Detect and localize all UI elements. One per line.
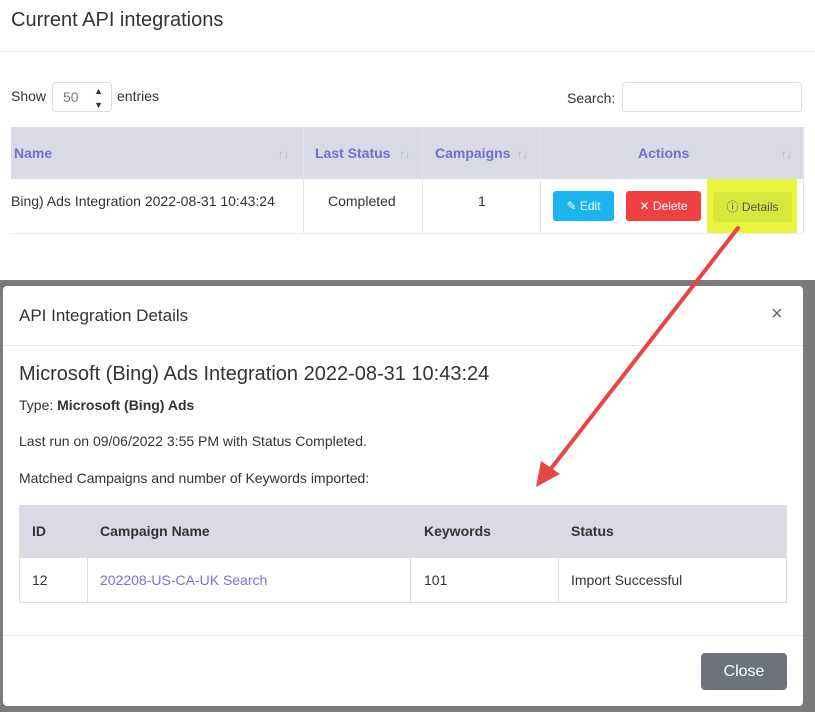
col-header-keywords: Keywords xyxy=(424,523,491,539)
campaign-keywords: 101 xyxy=(424,572,448,588)
modal-header: API Integration Details × xyxy=(3,286,803,346)
column-divider xyxy=(87,506,88,602)
matched-label: Matched Campaigns and number of Keywords… xyxy=(19,470,370,486)
row-divider xyxy=(11,233,804,234)
col-header-name[interactable]: Name xyxy=(14,127,52,179)
col-header-id: ID xyxy=(32,523,46,539)
type-value: Microsoft (Bing) Ads xyxy=(57,397,195,413)
integration-type: Type: Microsoft (Bing) Ads xyxy=(19,397,194,413)
column-divider xyxy=(410,506,411,602)
details-modal: API Integration Details × Microsoft (Bin… xyxy=(3,286,803,706)
search-label: Search: xyxy=(567,90,616,106)
entries-label: entries xyxy=(117,88,160,104)
row-campaigns: 1 xyxy=(478,193,486,209)
info-circle-icon: ⓘ xyxy=(726,200,739,214)
modal-title: API Integration Details xyxy=(19,306,189,325)
entries-select[interactable]: 50 ▲ ▼ xyxy=(52,82,112,112)
details-button-label: Details xyxy=(741,200,779,214)
edit-button-label: Edit xyxy=(579,199,601,213)
column-divider xyxy=(558,506,559,602)
delete-button[interactable]: ✕ Delete xyxy=(626,191,701,221)
column-divider xyxy=(303,127,304,233)
type-label: Type: xyxy=(19,397,54,413)
col-header-campaign-name: Campaign Name xyxy=(100,523,210,539)
col-header-last-status-label: Last Status xyxy=(315,145,391,161)
page-title: Current API integrations xyxy=(11,9,224,31)
page-header: Current API integrations xyxy=(0,0,815,52)
row-name: Bing) Ads Integration 2022-08-31 10:43:2… xyxy=(11,193,275,209)
campaign-status: Import Successful xyxy=(571,572,683,588)
x-icon: ✕ xyxy=(639,199,650,213)
col-header-status: Status xyxy=(571,523,614,539)
column-divider xyxy=(803,127,804,233)
close-icon[interactable]: × xyxy=(771,304,783,324)
edit-button[interactable]: ✎ Edit xyxy=(553,191,614,221)
campaign-id: 12 xyxy=(32,572,48,588)
col-header-name-label: Name xyxy=(14,145,53,161)
campaigns-table: ID Campaign Name Keywords Status 12 2022… xyxy=(19,505,787,603)
campaign-name-link[interactable]: 202208-US-CA-UK Search xyxy=(100,572,267,588)
last-run-text: Last run on 09/06/2022 3:55 PM with Stat… xyxy=(19,433,367,449)
entries-select-value: 50 xyxy=(63,89,79,105)
search-input[interactable] xyxy=(622,82,802,112)
column-divider xyxy=(422,127,423,233)
col-header-actions[interactable]: Actions xyxy=(638,127,689,179)
show-label: Show xyxy=(11,88,47,104)
modal-footer-divider xyxy=(3,635,803,636)
row-status: Completed xyxy=(328,193,396,209)
col-header-campaigns[interactable]: Campaigns xyxy=(435,127,510,179)
select-arrows-icon: ▲ ▼ xyxy=(94,86,103,110)
delete-button-label: Delete xyxy=(652,199,688,213)
integration-name: Microsoft (Bing) Ads Integration 2022-08… xyxy=(19,363,490,385)
edit-icon: ✎ xyxy=(566,199,577,213)
col-header-last-status[interactable]: Last Status xyxy=(315,127,390,179)
column-divider xyxy=(540,127,541,233)
col-header-actions-label: Actions xyxy=(638,145,690,161)
col-header-campaigns-label: Campaigns xyxy=(435,145,511,161)
close-button[interactable]: Close xyxy=(701,653,787,690)
details-button[interactable]: ⓘ Details xyxy=(713,192,792,222)
